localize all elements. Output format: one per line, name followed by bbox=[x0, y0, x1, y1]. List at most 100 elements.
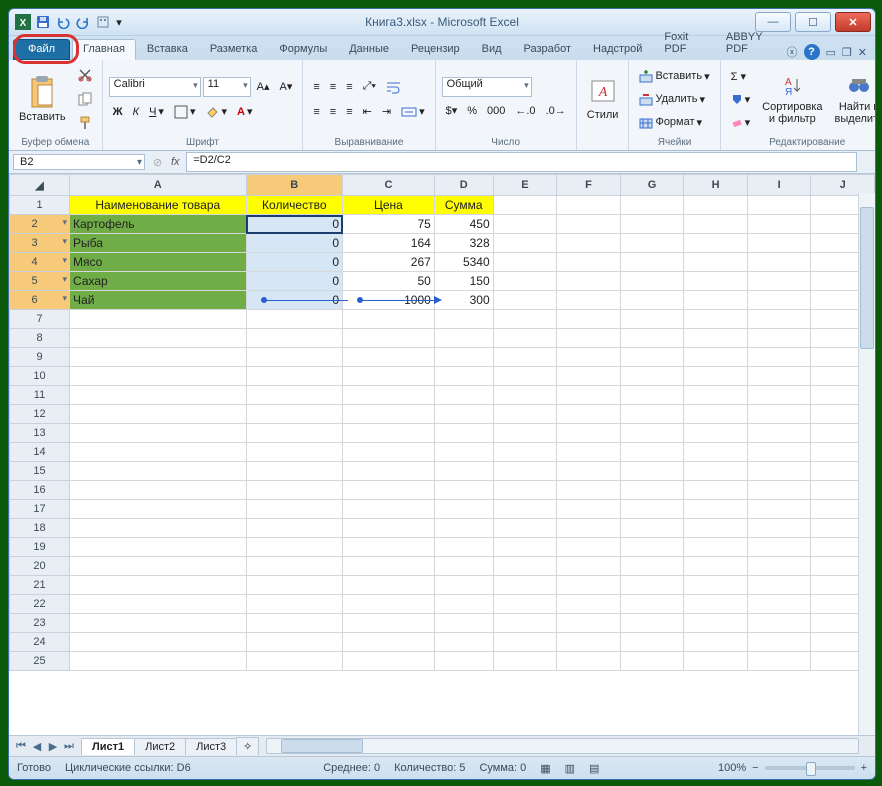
cell[interactable] bbox=[620, 253, 684, 272]
cell[interactable] bbox=[434, 576, 493, 595]
cell[interactable] bbox=[343, 576, 435, 595]
cell[interactable] bbox=[684, 310, 748, 329]
cell[interactable] bbox=[343, 329, 435, 348]
cell[interactable] bbox=[684, 215, 748, 234]
row-header[interactable]: 11 bbox=[10, 386, 70, 405]
cell[interactable] bbox=[684, 462, 748, 481]
cells-format-button[interactable]: Формат ▾ bbox=[635, 111, 713, 133]
cell[interactable] bbox=[434, 348, 493, 367]
tab-review[interactable]: Рецензир bbox=[400, 39, 471, 60]
cell[interactable]: 1000 bbox=[343, 291, 435, 310]
cell[interactable] bbox=[246, 386, 343, 405]
cell[interactable] bbox=[246, 652, 343, 671]
cell[interactable] bbox=[684, 557, 748, 576]
cell[interactable]: Сумма bbox=[434, 196, 493, 215]
col-header[interactable]: G bbox=[620, 175, 684, 196]
cell[interactable] bbox=[246, 329, 343, 348]
cell[interactable]: Чай bbox=[70, 291, 247, 310]
cell[interactable] bbox=[747, 614, 811, 633]
cell[interactable] bbox=[684, 576, 748, 595]
cell[interactable] bbox=[620, 272, 684, 291]
row-header[interactable]: 7 bbox=[10, 310, 70, 329]
cell-active[interactable]: 0 bbox=[246, 215, 343, 234]
cell[interactable] bbox=[343, 310, 435, 329]
doc-restore-icon[interactable]: ❐ bbox=[842, 46, 852, 59]
cell[interactable] bbox=[434, 367, 493, 386]
cell[interactable] bbox=[620, 196, 684, 215]
merge-button[interactable]: ▾ bbox=[397, 101, 429, 123]
fx-icon[interactable]: fx bbox=[166, 156, 184, 168]
cells-insert-button[interactable]: Вставить ▾ bbox=[635, 65, 713, 87]
tab-home[interactable]: Главная bbox=[72, 39, 136, 60]
cell[interactable] bbox=[493, 348, 557, 367]
cell[interactable] bbox=[620, 652, 684, 671]
sheet-nav[interactable]: ⏮◀▶⏭ bbox=[9, 740, 81, 753]
cell[interactable] bbox=[620, 405, 684, 424]
cell[interactable] bbox=[246, 367, 343, 386]
cell[interactable] bbox=[557, 538, 621, 557]
cell[interactable] bbox=[70, 481, 247, 500]
cell[interactable] bbox=[434, 614, 493, 633]
cell[interactable] bbox=[620, 576, 684, 595]
cell[interactable] bbox=[557, 291, 621, 310]
cell[interactable] bbox=[70, 405, 247, 424]
cell[interactable] bbox=[557, 595, 621, 614]
cell[interactable] bbox=[557, 443, 621, 462]
cell[interactable] bbox=[684, 367, 748, 386]
border-button[interactable]: ▾ bbox=[170, 101, 200, 123]
cell[interactable] bbox=[246, 310, 343, 329]
row-header[interactable]: 6 bbox=[10, 291, 70, 310]
font-size-select[interactable]: 11 bbox=[203, 77, 251, 97]
row-header[interactable]: 18 bbox=[10, 519, 70, 538]
cell[interactable] bbox=[343, 652, 435, 671]
cell[interactable] bbox=[684, 329, 748, 348]
cell[interactable]: 150 bbox=[434, 272, 493, 291]
horizontal-scrollbar[interactable] bbox=[266, 738, 859, 754]
tab-abbyy[interactable]: ABBYY PDF bbox=[715, 27, 787, 60]
comma-button[interactable]: 000 bbox=[483, 100, 509, 122]
cell[interactable] bbox=[747, 272, 811, 291]
cell[interactable] bbox=[343, 424, 435, 443]
cell[interactable] bbox=[343, 443, 435, 462]
tab-formulas[interactable]: Формулы bbox=[268, 39, 338, 60]
shrink-font-button[interactable]: A▾ bbox=[276, 76, 297, 98]
cell[interactable] bbox=[434, 557, 493, 576]
cell[interactable] bbox=[493, 652, 557, 671]
cell[interactable] bbox=[557, 557, 621, 576]
cell[interactable] bbox=[747, 595, 811, 614]
cell[interactable] bbox=[246, 595, 343, 614]
cell[interactable] bbox=[557, 253, 621, 272]
cell[interactable] bbox=[493, 215, 557, 234]
cell[interactable] bbox=[620, 443, 684, 462]
autosum-button[interactable]: Σ ▾ bbox=[727, 65, 755, 87]
cell[interactable] bbox=[493, 462, 557, 481]
cell[interactable] bbox=[493, 557, 557, 576]
cell[interactable] bbox=[747, 443, 811, 462]
name-box[interactable]: B2 bbox=[13, 154, 145, 170]
font-color-button[interactable]: A▾ bbox=[233, 101, 256, 123]
cell[interactable] bbox=[434, 386, 493, 405]
cell[interactable] bbox=[747, 310, 811, 329]
cell[interactable] bbox=[557, 405, 621, 424]
row-header[interactable]: 3 bbox=[10, 234, 70, 253]
cell[interactable] bbox=[684, 538, 748, 557]
cell[interactable] bbox=[493, 481, 557, 500]
row-header[interactable]: 1 bbox=[10, 196, 70, 215]
cell[interactable] bbox=[684, 481, 748, 500]
cell[interactable] bbox=[557, 329, 621, 348]
cell[interactable] bbox=[747, 215, 811, 234]
tab-view[interactable]: Вид bbox=[471, 39, 513, 60]
orientation-button[interactable]: ⤢▾ bbox=[359, 76, 380, 98]
cell[interactable] bbox=[620, 386, 684, 405]
column-headers[interactable]: ◢ A B C D E F G H I J bbox=[10, 175, 875, 196]
cell[interactable] bbox=[557, 310, 621, 329]
cell[interactable] bbox=[747, 481, 811, 500]
cell[interactable] bbox=[70, 652, 247, 671]
row-header[interactable]: 12 bbox=[10, 405, 70, 424]
cell[interactable] bbox=[343, 633, 435, 652]
wrap-text-button[interactable] bbox=[382, 76, 406, 98]
cell[interactable] bbox=[343, 481, 435, 500]
cell[interactable] bbox=[246, 348, 343, 367]
cell[interactable] bbox=[70, 576, 247, 595]
cell[interactable] bbox=[747, 500, 811, 519]
